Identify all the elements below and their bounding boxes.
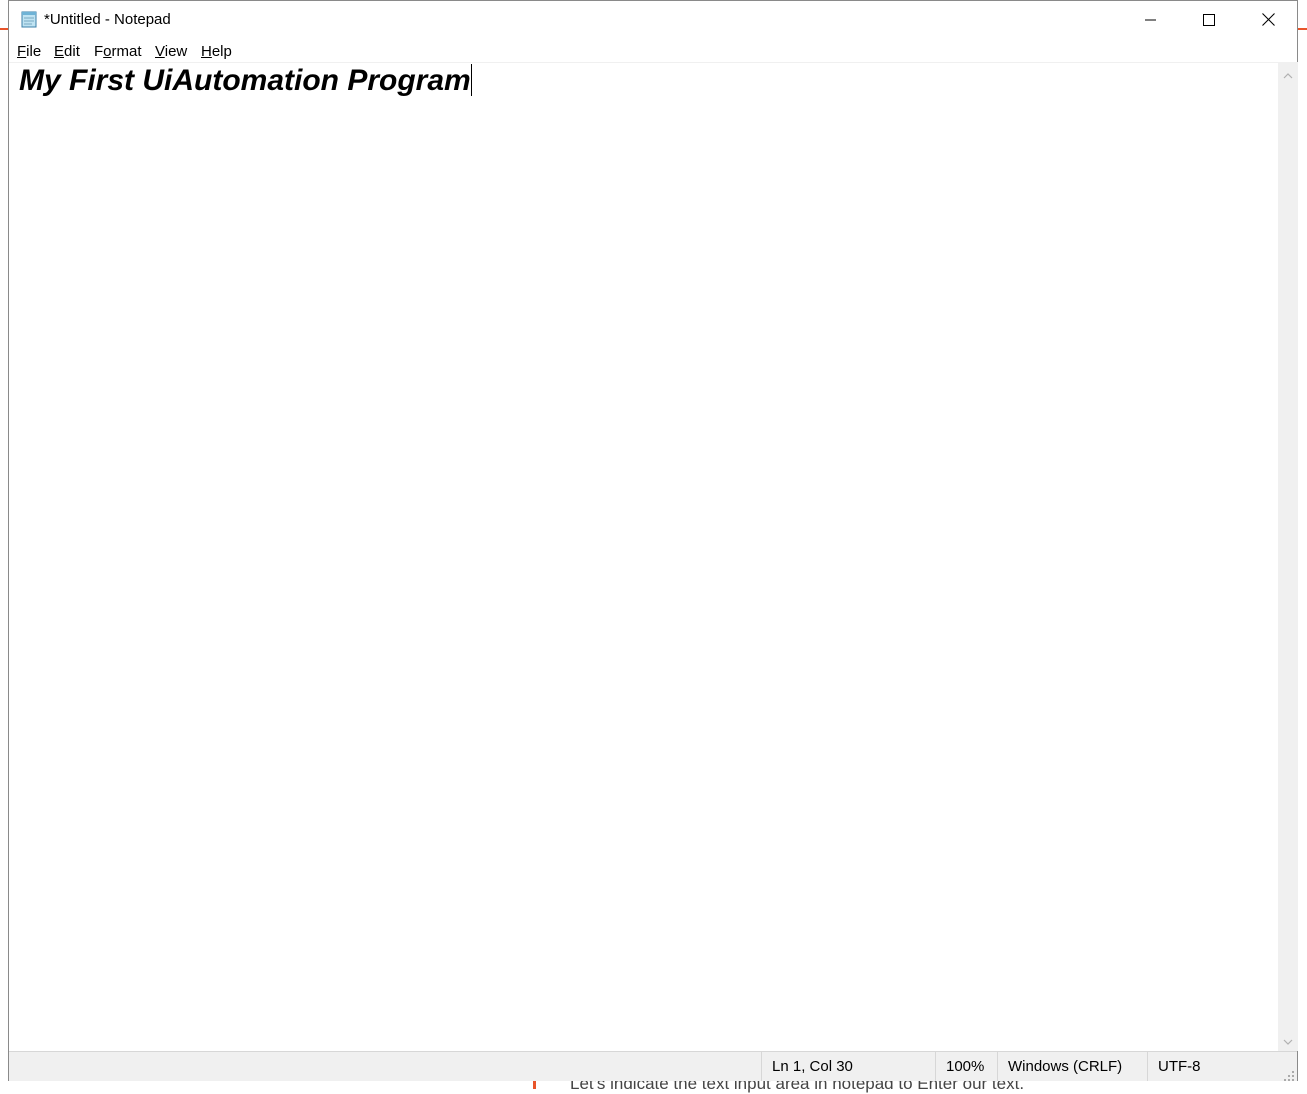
chevron-down-icon: [1283, 1030, 1293, 1049]
status-zoom: 100%: [935, 1052, 997, 1081]
scroll-down-button[interactable]: [1278, 1031, 1298, 1048]
menu-file[interactable]: File: [17, 43, 41, 60]
menu-view[interactable]: View: [155, 43, 187, 60]
scroll-up-button[interactable]: [1278, 65, 1298, 82]
status-encoding: UTF-8: [1147, 1052, 1277, 1081]
window-title: *Untitled - Notepad: [44, 11, 171, 28]
background-accent-line-right: [1298, 28, 1307, 30]
menu-help[interactable]: Help: [201, 43, 232, 60]
background-accent-bar: [533, 1080, 536, 1089]
notepad-window: *Untitled - Notepad File Edit Format Vie…: [8, 0, 1298, 1081]
status-line-ending: Windows (CRLF): [997, 1052, 1147, 1081]
vertical-scrollbar[interactable]: [1278, 62, 1298, 1051]
text-editor-area[interactable]: My First UiAutomation Program: [9, 62, 1278, 1051]
menu-format[interactable]: Format: [94, 43, 142, 60]
maximize-button[interactable]: [1180, 1, 1238, 39]
maximize-icon: [1203, 11, 1215, 30]
menu-bar: File Edit Format View Help: [9, 39, 1297, 62]
background-accent-line: [0, 28, 8, 30]
text-caret: [470, 64, 472, 96]
status-bar: Ln 1, Col 30 100% Windows (CRLF) UTF-8: [9, 1051, 1297, 1081]
minimize-button[interactable]: [1122, 1, 1180, 39]
close-button[interactable]: [1239, 1, 1297, 39]
close-icon: [1261, 11, 1275, 30]
editor-text: My First UiAutomation Program: [19, 64, 471, 97]
chevron-up-icon: [1283, 64, 1293, 83]
minimize-icon: [1145, 11, 1157, 30]
menu-edit[interactable]: Edit: [54, 43, 80, 60]
notepad-icon[interactable]: [20, 10, 38, 28]
title-bar[interactable]: *Untitled - Notepad: [9, 1, 1297, 39]
status-cursor-position: Ln 1, Col 30: [761, 1052, 935, 1081]
editor-content[interactable]: My First UiAutomation Program: [19, 63, 472, 99]
resize-grip-icon[interactable]: [1283, 1067, 1295, 1081]
